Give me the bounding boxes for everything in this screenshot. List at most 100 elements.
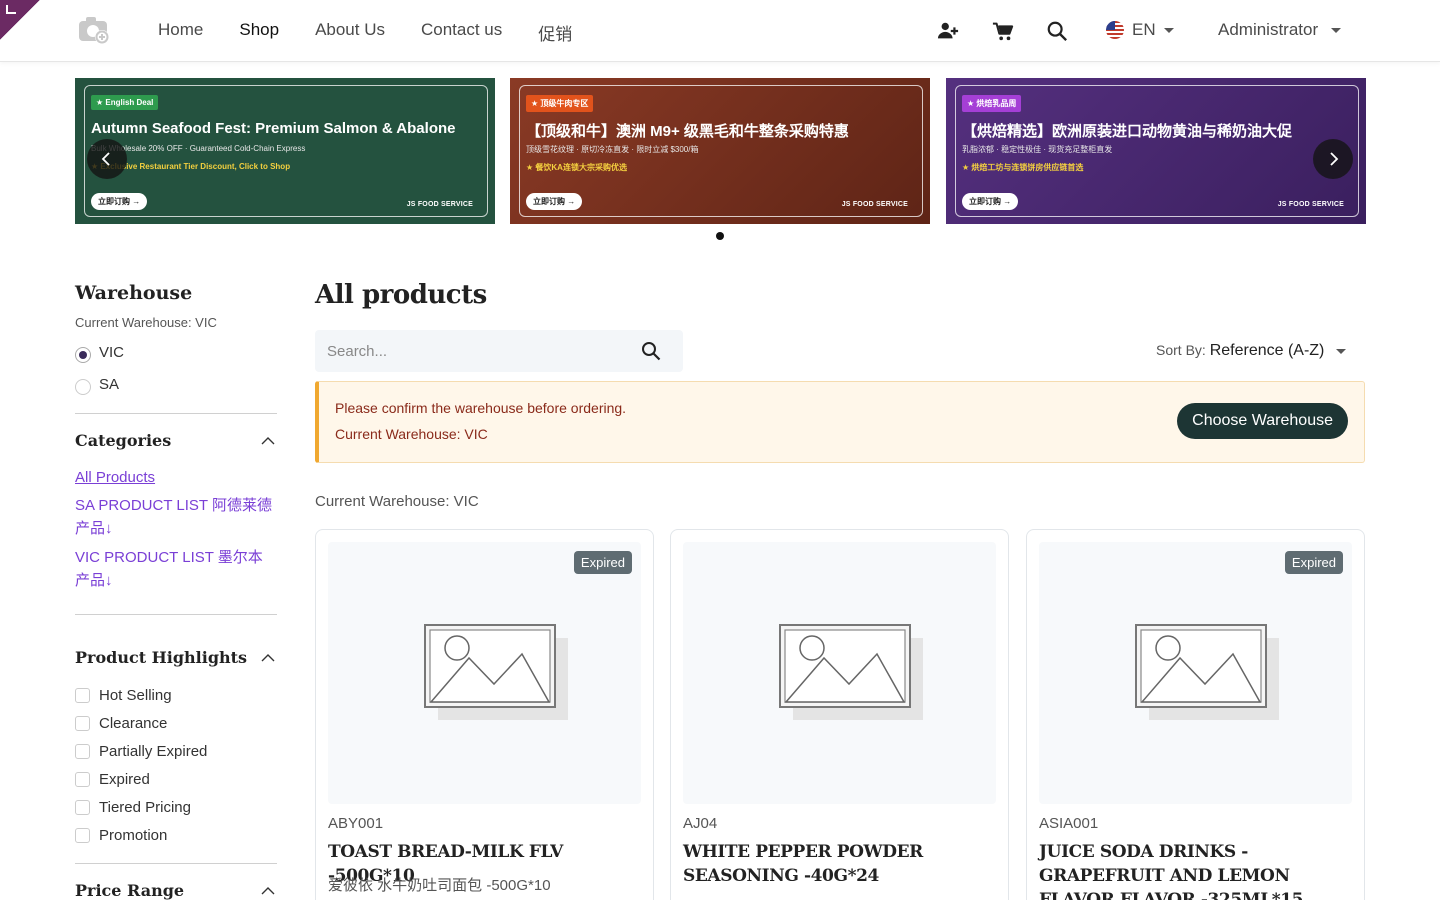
nav-contact-us[interactable]: Contact us [403,20,520,45]
banner-brand: JS FOOD SERVICE [1277,201,1344,208]
filter-tiered-pricing[interactable]: Tiered Pricing [75,799,191,816]
warehouse-heading: Warehouse [75,282,193,304]
checkbox-label: Expired [99,771,150,788]
filter-hot-selling[interactable]: Hot Selling [75,687,172,704]
product-card[interactable]: Expired ASIA001 JUICE SODA DRINKS - GRAP… [1026,529,1365,900]
page-title: All products [315,280,487,310]
filter-expired[interactable]: Expired [75,771,150,788]
banner-note: ★ 餐饮KA连锁大宗采购优选 [526,163,627,172]
nav-shop[interactable]: Shop [221,20,297,45]
product-image[interactable] [683,542,996,804]
alert-warehouse: Current Warehouse: VIC [335,426,488,442]
banner-order-button[interactable]: 立即订购 → [91,193,148,210]
nav-about-us[interactable]: About Us [297,20,403,45]
product-search [315,330,683,372]
checkbox[interactable] [75,688,90,703]
filter-partially-expired[interactable]: Partially Expired [75,743,207,760]
sort-dropdown[interactable]: Sort By: Reference (A-Z) [1156,342,1347,360]
checkbox[interactable] [75,716,90,731]
chevron-right-icon [1330,152,1339,166]
user-menu[interactable]: Administrator [1218,20,1341,40]
logo-icon[interactable] [78,16,112,46]
carousel-indicator[interactable] [716,232,724,240]
alert-message: Please confirm the warehouse before orde… [335,400,627,416]
checkbox-label: Hot Selling [99,687,172,704]
warehouse-option-sa[interactable]: SA [75,376,120,395]
carousel-next-button[interactable] [1313,139,1353,179]
product-name[interactable]: JUICE SODA DRINKS - GRAPEFRUIT AND LEMON… [1039,840,1357,900]
banner-note: ★ 烘焙工坊与连锁饼房供应链首选 [962,163,1084,172]
nav-home[interactable]: Home [140,20,221,45]
category-vic-products[interactable]: VIC PRODUCT LIST 墨尔本产品↓ [75,546,275,592]
radio-button[interactable] [75,346,91,363]
main-nav: Home Shop About Us Contact us 促销 [140,20,590,45]
checkbox[interactable] [75,828,90,843]
category-sa-products[interactable]: SA PRODUCT LIST 阿德莱德产品↓ [75,494,275,540]
chevron-up-icon[interactable] [261,434,275,448]
filter-promotion[interactable]: Promotion [75,827,167,844]
banner-1[interactable]: ★ English Deal Autumn Seafood Fest: Prem… [75,78,495,224]
image-placeholder-icon [424,624,568,720]
product-name-cn: 爱彼依 水牛奶吐司面包 -500G*10 [328,877,551,894]
banner-2[interactable]: ★ 顶级牛肉专区 【顶级和牛】澳洲 M9+ 级黑毛和牛整条采购特惠 顶级雪花纹理… [510,78,930,224]
banner-tag: ★ 顶级牛肉专区 [526,95,594,112]
product-image[interactable] [328,542,641,804]
product-image[interactable] [1039,542,1352,804]
us-flag-icon [1106,21,1124,39]
expired-badge: Expired [573,551,632,574]
checkbox-label: Promotion [99,827,168,844]
banner-subtitle: 乳脂浓郁 · 稳定性极佳 · 现货充足整柜直发 [962,145,1113,154]
language-selector[interactable]: EN [1106,20,1174,40]
cart-icon[interactable] [992,20,1014,42]
price-range-heading[interactable]: Price Range [75,881,184,900]
banner-title: 【烘焙精选】欧洲原装进口动物黄油与稀奶油大促 [962,123,1293,140]
banner-brand: JS FOOD SERVICE [841,201,908,208]
divider [75,614,277,615]
product-card[interactable]: Expired ABY001 TOAST BREAD-MILK FLV -500… [315,529,654,900]
banner-subtitle: 顶级雪花纹理 · 原切冷冻直发 · 限时立减 $300/箱 [526,145,699,154]
chevron-left-icon [101,152,110,166]
product-card[interactable]: AJ04 WHITE PEPPER POWDER SEASONING -40G*… [670,529,1009,900]
chevron-down-icon [1336,348,1347,354]
product-sku: ASIA001 [1039,815,1099,832]
checkbox[interactable] [75,772,90,787]
divider [75,863,277,864]
user-plus-icon[interactable] [937,20,959,42]
nav-promotion[interactable]: 促销 [520,20,590,45]
checkbox-label: Clearance [99,715,168,732]
carousel-prev-button[interactable] [87,139,127,179]
banner-order-button[interactable]: 立即订购 → [526,193,583,210]
product-name[interactable]: WHITE PEPPER POWDER SEASONING -40G*24 [683,840,1001,888]
checkbox[interactable] [75,744,90,759]
category-all-products[interactable]: All Products [75,466,275,489]
header: Home Shop About Us Contact us 促销 EN Admi… [0,0,1440,62]
chevron-up-icon[interactable] [261,651,275,665]
checkbox-label: Tiered Pricing [99,799,191,816]
filter-clearance[interactable]: Clearance [75,715,167,732]
warehouse-option-vic[interactable]: VIC [75,344,124,363]
chevron-up-icon[interactable] [261,884,275,898]
checkbox[interactable] [75,800,90,815]
banner-title: 【顶级和牛】澳洲 M9+ 级黑毛和牛整条采购特惠 [526,123,849,140]
radio-button[interactable] [75,378,91,395]
search-icon[interactable] [641,341,661,361]
chevron-down-icon [1330,28,1341,34]
highlights-heading[interactable]: Product Highlights [75,648,247,667]
checkbox-label: Partially Expired [99,743,208,760]
image-placeholder-icon [1135,624,1279,720]
user-name: Administrator [1218,20,1319,39]
banner-tag: ★ 烘焙乳品周 [962,95,1022,112]
search-input[interactable] [315,330,635,372]
categories-heading[interactable]: Categories [75,431,171,450]
current-warehouse-text: Current Warehouse: VIC [315,493,479,510]
choose-warehouse-button[interactable]: Choose Warehouse [1177,403,1348,439]
expired-badge: Expired [1284,551,1343,574]
banner-3[interactable]: ★ 烘焙乳品周 【烘焙精选】欧洲原装进口动物黄油与稀奶油大促 乳脂浓郁 · 稳定… [946,78,1366,224]
banner-order-button[interactable]: 立即订购 → [962,193,1019,210]
chevron-down-icon [1163,27,1174,33]
warehouse-alert: Please confirm the warehouse before orde… [315,381,1365,463]
search-icon[interactable] [1046,20,1068,42]
radio-label: SA [99,376,120,393]
banner-brand: JS FOOD SERVICE [406,201,473,208]
current-warehouse-label: Current Warehouse: VIC [75,315,217,330]
